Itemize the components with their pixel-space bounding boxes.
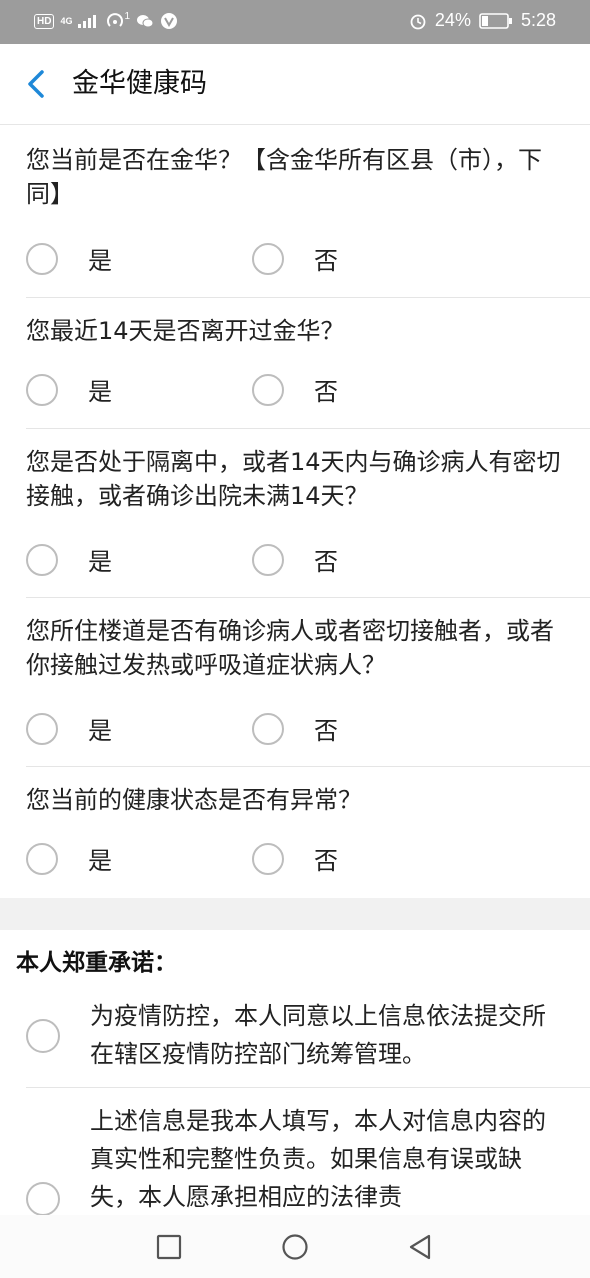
option-label: 否 <box>314 847 338 875</box>
radio-circle[interactable] <box>26 543 58 576</box>
system-nav-bar <box>0 1215 590 1278</box>
promise-text: 为疫情防控，本人同意以上信息依法提交所在辖区疫情防控部门统筹管理。 <box>90 1002 546 1068</box>
option-yes[interactable]: 是 <box>26 711 112 746</box>
option-no[interactable]: 否 <box>252 711 338 746</box>
question-text: 您最近14天是否离开过金华？ <box>26 317 345 345</box>
question-text: 您当前的健康状态是否有异常？ <box>26 786 362 814</box>
radio-circle[interactable] <box>252 242 284 275</box>
option-label: 是 <box>88 247 112 275</box>
option-yes[interactable]: 是 <box>26 542 112 577</box>
question-item: 您所住楼道是否有确诊病人或者密切接触者，或者你接触过发热或呼吸道症状病人？ 是 … <box>26 598 590 767</box>
radio-circle[interactable] <box>26 242 58 275</box>
promise-item[interactable]: 上述信息是我本人填写，本人对信息内容的真实性和完整性负责。如果信息有误或缺失，本… <box>26 1088 590 1215</box>
radio-circle[interactable] <box>26 373 58 406</box>
wechat-icon <box>137 15 154 28</box>
alarm-icon <box>410 14 426 29</box>
option-yes[interactable]: 是 <box>26 241 112 276</box>
battery-percent: 24% <box>434 10 471 30</box>
question-item: 您是否处于隔离中，或者14天内与确诊病人有密切接触，或者确诊出院未满14天？ 是… <box>26 429 590 598</box>
question-text: 您是否处于隔离中，或者14天内与确诊病人有密切接触，或者确诊出院未满14天？ <box>26 448 561 510</box>
square-icon <box>156 1234 182 1260</box>
status-right: 24% 5:28 <box>409 10 556 31</box>
option-label: 否 <box>314 717 338 745</box>
question-item: 您当前是否在金华？【含金华所有区县（市），下同】 是 否 <box>26 125 590 298</box>
triangle-back-icon <box>409 1234 431 1260</box>
hotspot-count: 1 <box>124 10 131 22</box>
battery-icon <box>479 12 512 29</box>
hotspot-icon <box>107 13 124 27</box>
question-item: 您最近14天是否离开过金华？ 是 否 <box>26 298 590 429</box>
option-label: 否 <box>314 378 338 406</box>
promise-radio[interactable] <box>26 1182 60 1215</box>
question-options: 是 否 <box>26 241 590 291</box>
promise-item[interactable]: 为疫情防控，本人同意以上信息依法提交所在辖区疫情防控部门统筹管理。 <box>26 991 590 1088</box>
question-options: 是 否 <box>26 711 590 761</box>
radio-circle[interactable] <box>252 712 284 745</box>
signal-icon <box>78 15 97 28</box>
option-no[interactable]: 否 <box>252 372 338 407</box>
option-label: 是 <box>88 717 112 745</box>
question-item: 您当前的健康状态是否有异常？ 是 否 <box>26 767 590 897</box>
status-bar: HD 4G 1 24% 5:28 <box>0 0 590 44</box>
option-label: 是 <box>88 847 112 875</box>
question-options: 是 否 <box>26 841 590 891</box>
home-button[interactable] <box>281 1233 309 1261</box>
questionnaire[interactable]: 您当前是否在金华？【含金华所有区县（市），下同】 是 否 您最近14天是否离开过… <box>0 125 590 1215</box>
app-header: 金华健康码 <box>0 44 590 125</box>
option-no[interactable]: 否 <box>252 241 338 276</box>
promise-title: 本人郑重承诺： <box>16 950 177 976</box>
page-title: 金华健康码 <box>72 68 207 99</box>
question-text: 您当前是否在金华？【含金华所有区县（市），下同】 <box>26 146 542 208</box>
hd-badge: HD <box>34 13 55 29</box>
app-notification-icon <box>161 13 178 29</box>
option-label: 否 <box>314 247 338 275</box>
circle-icon <box>282 1234 308 1260</box>
radio-circle[interactable] <box>252 543 284 576</box>
option-no[interactable]: 否 <box>252 542 338 577</box>
radio-circle[interactable] <box>252 842 284 875</box>
option-yes[interactable]: 是 <box>26 841 112 876</box>
radio-circle[interactable] <box>252 373 284 406</box>
option-yes[interactable]: 是 <box>26 372 112 407</box>
promise-text: 上述信息是我本人填写，本人对信息内容的真实性和完整性负责。如果信息有误或缺失，本… <box>90 1107 546 1211</box>
question-options: 是 否 <box>26 542 590 592</box>
question-options: 是 否 <box>26 372 590 422</box>
section-divider <box>0 898 590 930</box>
option-label: 是 <box>88 548 112 576</box>
back-nav-button[interactable] <box>406 1233 434 1261</box>
status-left: HD 4G 1 <box>34 10 178 30</box>
question-text: 您所住楼道是否有确诊病人或者密切接触者，或者你接触过发热或呼吸道症状病人？ <box>26 617 554 679</box>
radio-circle[interactable] <box>26 842 58 875</box>
option-label: 否 <box>314 548 338 576</box>
chevron-left-icon <box>28 70 44 98</box>
promise-radio[interactable] <box>26 1019 60 1053</box>
option-label: 是 <box>88 378 112 406</box>
recent-apps-button[interactable] <box>155 1233 183 1261</box>
radio-circle[interactable] <box>26 712 58 745</box>
back-button[interactable] <box>22 66 54 102</box>
clock-time: 5:28 <box>520 10 556 30</box>
option-no[interactable]: 否 <box>252 841 338 876</box>
network-type: 4G <box>60 15 73 26</box>
